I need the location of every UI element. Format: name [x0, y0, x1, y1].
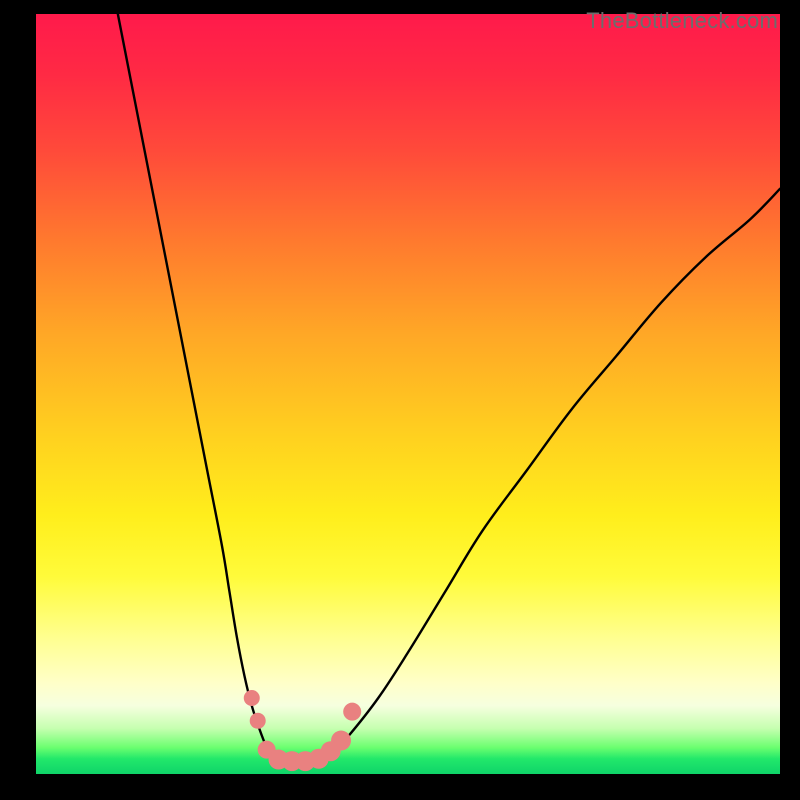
bottleneck-curve-path — [118, 14, 780, 761]
data-dots — [244, 690, 361, 771]
watermark-label: TheBottleneck.com — [586, 8, 778, 34]
data-dot — [331, 731, 351, 751]
curve-overlay — [36, 14, 780, 774]
data-dot — [343, 703, 361, 721]
bottleneck-curve — [118, 14, 780, 761]
data-dot — [250, 713, 266, 729]
data-dot — [244, 690, 260, 706]
chart-frame: TheBottleneck.com — [0, 0, 800, 800]
plot-area — [36, 14, 780, 774]
